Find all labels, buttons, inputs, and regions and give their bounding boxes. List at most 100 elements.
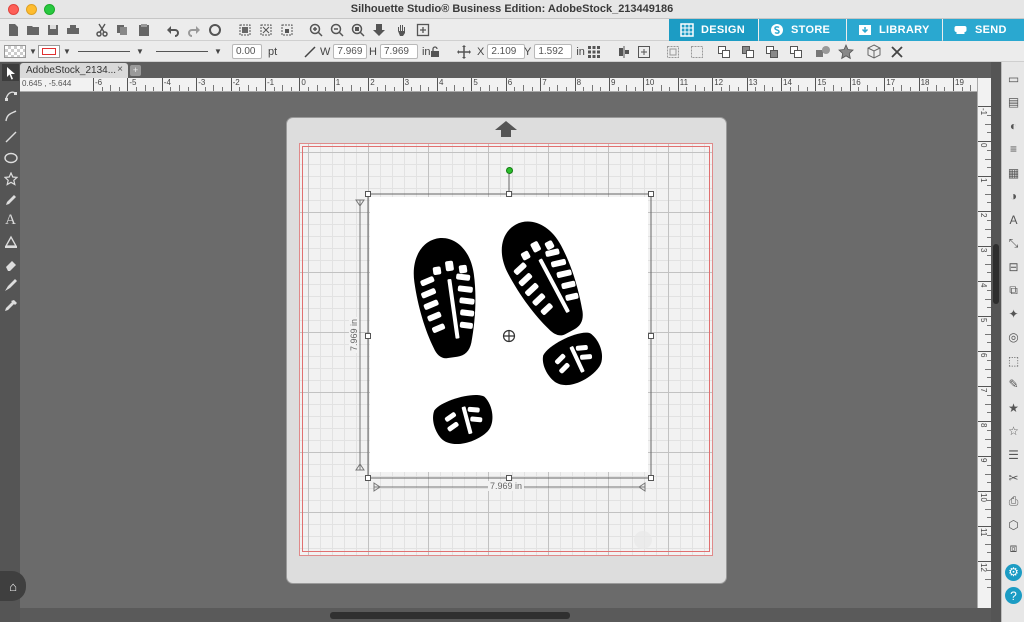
settings-icon[interactable]: ⚙ [1005, 563, 1022, 581]
help-icon[interactable]: ? [1005, 587, 1022, 604]
height-field[interactable]: 7.969 [379, 44, 418, 59]
copy-icon[interactable] [113, 21, 131, 39]
resize-handle-top[interactable] [506, 191, 512, 197]
text-tool-icon[interactable]: A [2, 212, 19, 229]
new-icon[interactable] [4, 21, 22, 39]
rhinestone-icon[interactable] [838, 43, 854, 60]
print-icon[interactable] [64, 21, 82, 39]
resize-handle-bottom-left[interactable] [365, 475, 371, 481]
select-all-icon[interactable] [236, 21, 254, 39]
resize-handle-top-left[interactable] [365, 191, 371, 197]
send-panel-icon[interactable]: ▤ [1005, 94, 1022, 111]
document-tab[interactable]: AdobeStock_2134... × [20, 63, 128, 78]
vertical-scrollbar-thumb[interactable] [993, 244, 999, 304]
zoom-fit-icon[interactable] [349, 21, 367, 39]
print-cut-panel-icon[interactable]: ⎙ [1005, 493, 1022, 510]
resize-handle-right[interactable] [648, 333, 654, 339]
polygon-tool-icon[interactable] [2, 170, 19, 187]
add-tab-button[interactable]: + [130, 65, 141, 76]
line-width-field[interactable]: 0.00 [232, 44, 262, 59]
minimize-window-button[interactable] [26, 4, 37, 15]
bootprints-image[interactable] [370, 197, 648, 472]
redo-icon[interactable] [185, 21, 203, 39]
delete-icon[interactable] [890, 43, 904, 60]
close-tab-icon[interactable]: × [117, 64, 123, 75]
group-icon[interactable] [666, 43, 680, 60]
nesting-panel-icon[interactable]: ⬡ [1005, 517, 1022, 534]
zoom-out-icon[interactable] [328, 21, 346, 39]
resize-handle-left[interactable] [365, 333, 371, 339]
home-button[interactable]: ⌂ [0, 571, 26, 601]
trace-panel-icon[interactable]: ⬚ [1005, 352, 1022, 369]
tab-design[interactable]: DESIGN [669, 19, 758, 41]
fill-panel-icon[interactable]: ◐ [1005, 117, 1022, 134]
zoom-in-icon[interactable] [307, 21, 325, 39]
cut-icon[interactable] [93, 21, 111, 39]
lock-icon[interactable] [278, 21, 296, 39]
replicate-icon[interactable] [717, 43, 731, 60]
line-color-swatch[interactable]: ▼ [38, 43, 71, 60]
paste-icon[interactable] [135, 21, 153, 39]
offset-icon[interactable] [815, 43, 831, 60]
fill-swatch[interactable]: ▼ [4, 43, 37, 60]
tab-store[interactable]: STORE [759, 19, 846, 41]
line-tool-icon[interactable] [303, 43, 317, 60]
resize-handle-bottom-right[interactable] [648, 475, 654, 481]
3d-cube-icon[interactable] [866, 43, 882, 60]
horizontal-scrollbar-thumb[interactable] [330, 612, 570, 619]
weld-panel-icon[interactable]: ⧈ [1005, 540, 1022, 557]
fill-tool-icon[interactable] [2, 233, 19, 250]
line-style-dropdown[interactable]: ▼ [78, 43, 144, 60]
undo-icon[interactable] [164, 21, 182, 39]
align-icon[interactable] [617, 43, 631, 60]
ungroup-icon[interactable] [690, 43, 704, 60]
tab-library[interactable]: LIBRARY [847, 19, 942, 41]
knife-panel-icon[interactable]: ✂ [1005, 470, 1022, 487]
layers-panel-icon[interactable]: ☰ [1005, 446, 1022, 463]
edit-points-icon[interactable] [2, 86, 19, 103]
y-field[interactable]: 1.592 [534, 44, 573, 59]
rhinestone-panel-icon[interactable]: ✦ [1005, 305, 1022, 322]
x-field[interactable]: 2.109 [487, 44, 526, 59]
move-down-icon[interactable] [370, 21, 388, 39]
save-icon[interactable] [44, 21, 62, 39]
align-panel-icon[interactable]: ⊟ [1005, 258, 1022, 275]
pan-icon[interactable] [393, 21, 411, 39]
vertical-scrollbar[interactable] [991, 62, 1001, 622]
resize-handle-top-right[interactable] [648, 191, 654, 197]
fit-page-icon[interactable] [414, 21, 432, 39]
lock-aspect-icon[interactable] [429, 43, 441, 60]
line-panel-icon[interactable]: ≡ [1005, 141, 1022, 158]
page-setup-icon[interactable]: ▭ [1005, 70, 1022, 87]
width-field[interactable]: 7.969 [333, 44, 368, 59]
gradient-panel-icon[interactable]: ◑ [1005, 188, 1022, 205]
close-window-button[interactable] [8, 4, 19, 15]
move-icon[interactable] [457, 43, 471, 60]
modify-icon[interactable] [741, 43, 755, 60]
pattern-panel-icon[interactable]: ▦ [1005, 164, 1022, 181]
redraw-icon[interactable] [206, 21, 224, 39]
rotate-handle[interactable] [506, 167, 513, 174]
knife-tool-icon[interactable] [2, 276, 19, 293]
open-icon[interactable] [24, 21, 42, 39]
design-store-panel-icon[interactable]: ★ [1005, 399, 1022, 416]
subtract-icon[interactable] [789, 43, 803, 60]
line-tool-icon[interactable] [2, 128, 19, 145]
eyedropper-tool-icon[interactable] [2, 297, 19, 314]
zoom-window-button[interactable] [44, 4, 55, 15]
position-grid-icon[interactable] [587, 43, 601, 60]
eraser-tool-icon[interactable] [2, 256, 19, 273]
pencil-tool-icon[interactable] [2, 191, 19, 208]
text-panel-icon[interactable]: A [1005, 211, 1022, 228]
tab-send[interactable]: SEND [943, 19, 1024, 41]
library-panel-icon[interactable]: ☆ [1005, 423, 1022, 440]
select-tool-icon[interactable] [2, 64, 19, 81]
smooth-tool-icon[interactable] [2, 107, 19, 124]
replicate-panel-icon[interactable]: ⧉ [1005, 282, 1022, 299]
line-end-dropdown[interactable]: ▼ [156, 43, 222, 60]
offset-panel-icon[interactable]: ◎ [1005, 329, 1022, 346]
deselect-icon[interactable] [257, 21, 275, 39]
center-icon[interactable] [637, 43, 651, 60]
transform-panel-icon[interactable]: ⤡ [1005, 235, 1022, 252]
ellipse-tool-icon[interactable] [2, 149, 19, 166]
